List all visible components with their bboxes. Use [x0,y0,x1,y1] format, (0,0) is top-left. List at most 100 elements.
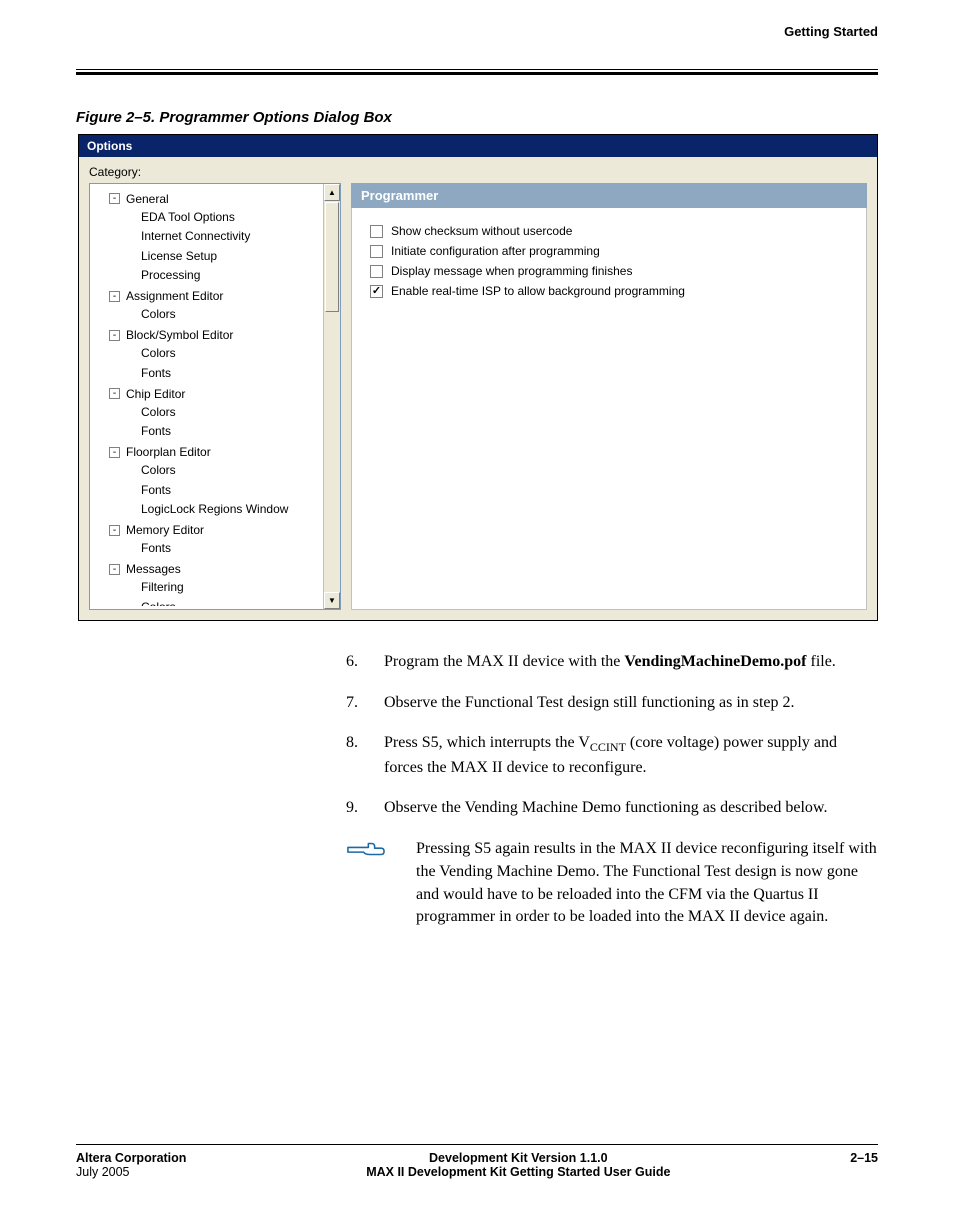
tree-label[interactable]: Fonts [141,539,171,557]
tree-node[interactable]: -Block/Symbol EditorColors Fonts [109,325,340,384]
header-rule-thin [76,69,878,70]
subscript: CCINT [590,741,626,755]
footer-version: Development Kit Version 1.1.0 [186,1151,850,1165]
step-number: 6. [346,651,366,674]
tree-node[interactable]: Fonts [122,364,340,384]
tree-node[interactable]: Fonts [122,481,340,501]
step-bold: VendingMachineDemo.pof [624,653,806,670]
tree-leaf-icon [124,211,135,222]
tree-node[interactable]: Colors [122,598,340,607]
step-number: 9. [346,797,366,820]
scroll-thumb[interactable] [325,202,339,312]
tree-node[interactable]: Processing [122,266,340,286]
tree-label[interactable]: Colors [141,598,176,607]
tree-leaf-icon [124,465,135,476]
tree-leaf-icon [124,406,135,417]
tree-collapse-icon[interactable]: - [109,447,120,458]
checkbox[interactable] [370,225,383,238]
tree-label[interactable]: Floorplan Editor [126,443,211,461]
tree-label[interactable]: Memory Editor [126,521,204,539]
tree-leaf-icon [124,504,135,515]
tree-leaf-icon [124,309,135,320]
step-number: 7. [346,692,366,715]
options-dialog: Options Category: -GeneralEDA Tool Optio… [78,134,878,621]
step-9: 9. Observe the Vending Machine Demo func… [346,797,878,820]
step-8: 8. Press S5, which interrupts the VCCINT… [346,732,878,779]
option-row[interactable]: Initiate configuration after programming [370,244,848,258]
tree-label[interactable]: Colors [141,403,176,421]
checkbox[interactable]: ✓ [370,285,383,298]
right-pane-header: Programmer [351,183,867,208]
checkbox[interactable] [370,245,383,258]
footer-rule [76,1144,878,1145]
tree-node[interactable]: Colors [122,461,340,481]
tree-label[interactable]: Assignment Editor [126,287,223,305]
tree-label[interactable]: Colors [141,461,176,479]
tree-node[interactable]: -GeneralEDA Tool OptionsInternet Connect… [109,188,340,286]
tree-node[interactable]: -Assignment EditorColors [109,286,340,325]
tree-label[interactable]: Colors [141,344,176,362]
tree-label[interactable]: Block/Symbol Editor [126,326,233,344]
tree-leaf-icon [124,543,135,554]
tree-node[interactable]: License Setup [122,247,340,267]
tree-leaf-icon [124,601,135,606]
tree-node[interactable]: Internet Connectivity [122,227,340,247]
dialog-titlebar[interactable]: Options [79,135,877,157]
option-label: Initiate configuration after programming [391,244,600,258]
tree-collapse-icon[interactable]: - [109,525,120,536]
figure-caption: Figure 2–5. Programmer Options Dialog Bo… [76,109,878,126]
tree-node[interactable]: LogicLock Regions Window [122,500,340,520]
tree-label[interactable]: Chip Editor [126,385,185,403]
tree-node[interactable]: -Memory EditorFonts [109,520,340,559]
option-label: Show checksum without usercode [391,224,572,238]
programmer-options-panel: Show checksum without usercode Initiate c… [351,208,867,610]
page-footer: Altera Corporation July 2005 Development… [76,1138,878,1179]
checkbox[interactable] [370,265,383,278]
option-row[interactable]: Display message when programming finishe… [370,264,848,278]
running-head: Getting Started [76,24,878,39]
category-tree[interactable]: -GeneralEDA Tool OptionsInternet Connect… [89,183,341,610]
tree-node[interactable]: Colors [122,403,340,423]
tree-label[interactable]: Internet Connectivity [141,227,250,245]
tree-collapse-icon[interactable]: - [109,388,120,399]
tree-leaf-icon [124,231,135,242]
step-7: 7. Observe the Functional Test design st… [346,692,878,715]
tree-leaf-icon [124,270,135,281]
option-row[interactable]: ✓ Enable real-time ISP to allow backgroun… [370,284,848,298]
tree-leaf-icon [124,348,135,359]
tree-label[interactable]: General [126,190,169,208]
step-text: Press S5, which interrupts the V [384,734,590,751]
footer-guide: MAX II Development Kit Getting Started U… [186,1165,850,1179]
tree-label[interactable]: License Setup [141,247,217,265]
tree-node[interactable]: -Floorplan EditorColors FontsLogicLock Re… [109,442,340,520]
tree-label[interactable]: EDA Tool Options [141,208,235,226]
tree-label[interactable]: Fonts [141,481,171,499]
tree-label[interactable]: Processing [141,266,200,284]
tree-label[interactable]: Colors [141,305,176,323]
note-text: Pressing S5 again results in the MAX II … [416,838,878,929]
tree-node[interactable]: Fonts [122,539,340,559]
tree-node[interactable]: Colors [122,344,340,364]
tree-node[interactable]: -Chip EditorColorsFonts [109,383,340,442]
tree-scrollbar[interactable]: ▲ ▼ [323,184,340,609]
scroll-down-button[interactable]: ▼ [324,592,340,609]
tree-label[interactable]: Messages [126,560,181,578]
step-text: file. [806,653,835,670]
tree-collapse-icon[interactable]: - [109,564,120,575]
option-label: Enable real-time ISP to allow background… [391,284,685,298]
option-row[interactable]: Show checksum without usercode [370,224,848,238]
tree-node[interactable]: Filtering [122,578,340,598]
tree-node[interactable]: -MessagesFiltering Colors [109,559,340,607]
tree-collapse-icon[interactable]: - [109,291,120,302]
tree-collapse-icon[interactable]: - [109,193,120,204]
tree-node[interactable]: Fonts [122,422,340,442]
scroll-up-button[interactable]: ▲ [324,184,340,201]
tree-collapse-icon[interactable]: - [109,330,120,341]
tree-node[interactable]: Colors [122,305,340,325]
step-text: Program the MAX II device with the [384,653,624,670]
tree-label[interactable]: Fonts [141,364,171,382]
tree-label[interactable]: Fonts [141,422,171,440]
tree-label[interactable]: LogicLock Regions Window [141,500,288,518]
tree-node[interactable]: EDA Tool Options [122,208,340,228]
tree-label[interactable]: Filtering [141,578,184,596]
